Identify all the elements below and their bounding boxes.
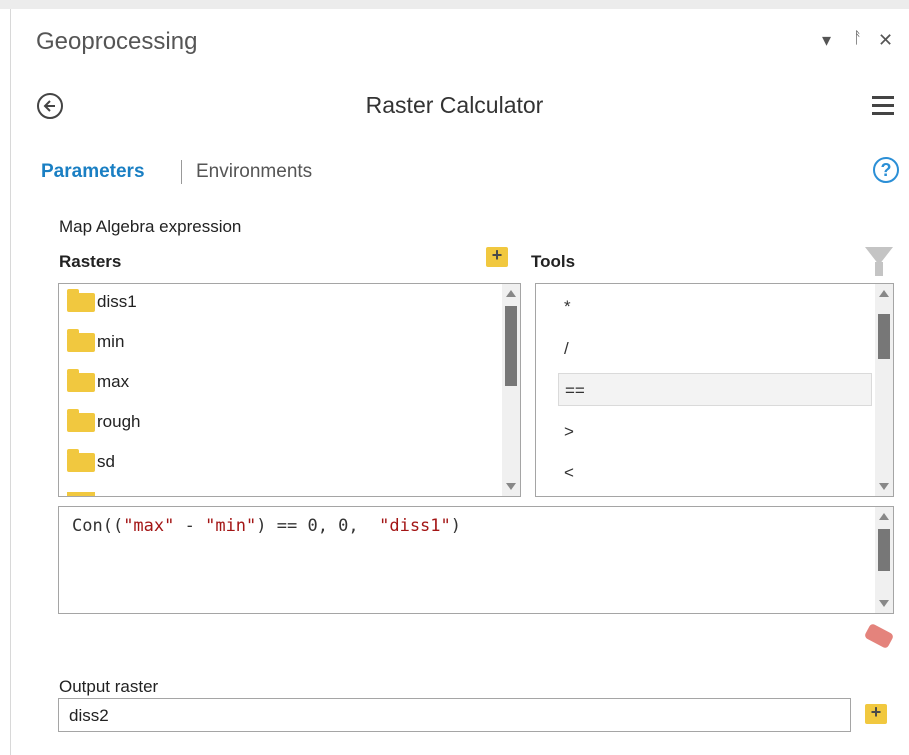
raster-folder-icon: [67, 409, 95, 433]
add-raster-icon[interactable]: +: [486, 245, 508, 267]
scroll-thumb[interactable]: [878, 529, 890, 571]
list-item[interactable]: sd: [67, 449, 115, 482]
tools-scrollbar[interactable]: [875, 284, 893, 496]
tab-divider: [181, 160, 182, 184]
tab-environments[interactable]: Environments: [196, 161, 312, 183]
raster-folder-icon: [67, 449, 95, 473]
pane-title: Geoprocessing: [36, 28, 198, 55]
map-algebra-label: Map Algebra expression: [59, 217, 242, 236]
scroll-up-icon[interactable]: [879, 513, 889, 520]
scroll-thumb[interactable]: [505, 306, 517, 386]
rasters-scrollbar[interactable]: [502, 284, 520, 496]
scroll-up-icon[interactable]: [506, 290, 516, 297]
tool-title: Raster Calculator: [365, 92, 544, 118]
menu-icon[interactable]: [872, 96, 894, 120]
scroll-thumb[interactable]: [878, 314, 890, 359]
expression-textarea[interactable]: Con(("max" - "min") == 0, 0, "diss1"): [58, 506, 894, 614]
list-item-selected[interactable]: ==: [558, 373, 872, 406]
tools-list[interactable]: * / == > <: [535, 283, 894, 497]
list-item[interactable]: *: [558, 290, 872, 323]
raster-folder-icon: [67, 289, 95, 313]
rasters-list[interactable]: diss1 min max rough sd: [58, 283, 521, 497]
pane-options-dropdown-icon[interactable]: ▾: [822, 30, 831, 51]
tab-parameters[interactable]: Parameters: [41, 161, 145, 183]
help-icon[interactable]: ?: [873, 157, 899, 183]
expression-text: Con(("max" - "min") == 0, 0, "diss1"): [72, 516, 462, 536]
tools-header: Tools: [531, 252, 576, 271]
raster-folder-icon: [67, 329, 95, 353]
pane-left-border: [10, 9, 11, 755]
rasters-header: Rasters: [59, 252, 122, 271]
scroll-up-icon[interactable]: [879, 290, 889, 297]
list-item[interactable]: max: [67, 369, 129, 402]
scroll-down-icon[interactable]: [506, 483, 516, 490]
list-item[interactable]: >: [558, 415, 872, 448]
browse-output-icon[interactable]: +: [865, 702, 887, 724]
close-icon[interactable]: ✕: [878, 30, 893, 51]
list-item[interactable]: <: [558, 456, 872, 489]
eraser-icon[interactable]: [863, 622, 895, 650]
scroll-down-icon[interactable]: [879, 483, 889, 490]
raster-folder-icon: [67, 369, 95, 393]
output-raster-label: Output raster: [59, 677, 159, 696]
window-top-strip: [0, 0, 909, 9]
list-item[interactable]: rough: [67, 409, 140, 442]
partial-list-item: [67, 492, 95, 496]
expression-scrollbar[interactable]: [875, 507, 893, 613]
list-item[interactable]: diss1: [67, 289, 137, 322]
output-raster-field[interactable]: diss2: [58, 698, 851, 732]
list-item[interactable]: min: [67, 329, 124, 362]
filter-icon-stem: [875, 262, 883, 276]
list-item[interactable]: /: [558, 332, 872, 365]
pin-icon[interactable]: ᚨ: [853, 30, 863, 48]
scroll-down-icon[interactable]: [879, 600, 889, 607]
